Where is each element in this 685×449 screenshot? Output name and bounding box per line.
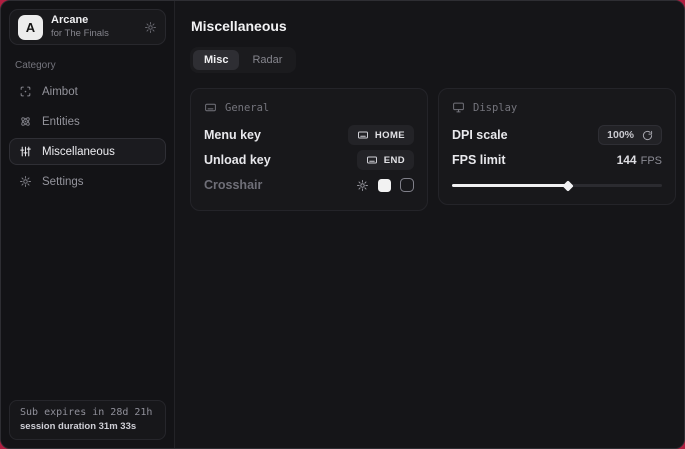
crosshair-toggle-checkbox[interactable] — [400, 178, 414, 192]
dpi-scale-row: DPI scale 100% — [452, 123, 662, 147]
sidebar-item-settings[interactable]: Settings — [9, 168, 166, 195]
fps-limit-label: FPS limit — [452, 153, 505, 167]
crosshair-settings-gear-icon[interactable] — [356, 179, 369, 192]
menu-key-value: HOME — [375, 130, 405, 141]
session-duration-text: session duration 31m 33s — [20, 421, 155, 432]
fps-limit-slider[interactable] — [452, 179, 662, 191]
app-titles: Arcane for The Finals — [51, 14, 109, 40]
crosshair-row: Crosshair — [204, 173, 414, 197]
app-logo: A — [18, 15, 43, 40]
dpi-scale-value: 100% — [607, 129, 634, 141]
sidebar-item-label: Entities — [42, 116, 80, 128]
sidebar-item-entities[interactable]: Entities — [9, 108, 166, 135]
main-content: Miscellaneous Misc Radar General Menu ke… — [175, 1, 685, 448]
fps-limit-row: FPS limit 144 FPS — [452, 148, 662, 172]
tab-radar[interactable]: Radar — [241, 50, 293, 70]
keyboard-icon — [204, 101, 217, 114]
sidebar: A Arcane for The Finals Category Aimbot — [1, 1, 175, 448]
gear-icon[interactable] — [144, 21, 157, 34]
sidebar-item-aimbot[interactable]: Aimbot — [9, 78, 166, 105]
fps-slider-thumb[interactable] — [562, 180, 573, 191]
unload-key-bind-button[interactable]: END — [357, 150, 414, 170]
fps-number: 144 — [617, 153, 637, 167]
subscription-info-card: Sub expires in 28d 21h session duration … — [9, 400, 166, 440]
category-label: Category — [15, 60, 166, 71]
unload-key-value: END — [384, 155, 405, 166]
sidebar-item-label: Aimbot — [42, 86, 78, 98]
menu-key-label: Menu key — [204, 128, 261, 142]
menu-key-bind-button[interactable]: HOME — [348, 125, 414, 145]
unload-key-row: Unload key END — [204, 148, 414, 172]
display-card: Display DPI scale 100% FPS limit 144 — [438, 88, 676, 205]
atom-icon — [19, 115, 32, 128]
gear-icon — [19, 175, 32, 188]
crosshair-label: Crosshair — [204, 178, 262, 192]
fps-unit: FPS — [641, 155, 662, 167]
unload-key-label: Unload key — [204, 153, 271, 167]
general-card: General Menu key HOME Unload key — [190, 88, 428, 211]
fps-slider-fill — [452, 184, 568, 187]
dpi-scale-label: DPI scale — [452, 128, 508, 142]
general-card-header: General — [204, 101, 414, 114]
sidebar-item-label: Miscellaneous — [42, 146, 115, 158]
general-card-title: General — [225, 102, 269, 114]
sidebar-item-label: Settings — [42, 176, 84, 188]
dpi-scale-button[interactable]: 100% — [598, 125, 662, 145]
fps-limit-value: 144 FPS — [617, 153, 662, 167]
app-window: A Arcane for The Finals Category Aimbot — [0, 0, 685, 449]
monitor-icon — [452, 101, 465, 114]
cards-row: General Menu key HOME Unload key — [190, 88, 676, 211]
app-subtitle: for The Finals — [51, 28, 109, 40]
sidebar-nav: Aimbot Entities Miscellaneous Settings — [9, 78, 166, 195]
crosshair-color-swatch[interactable] — [378, 179, 391, 192]
sliders-icon — [19, 145, 32, 158]
tab-misc[interactable]: Misc — [193, 50, 239, 70]
app-title: Arcane — [51, 14, 109, 28]
app-header-card: A Arcane for The Finals — [9, 9, 166, 45]
sub-expiry-text: Sub expires in 28d 21h — [20, 407, 155, 418]
sidebar-spacer — [9, 195, 166, 400]
keyboard-icon — [366, 154, 378, 166]
refresh-icon — [642, 130, 653, 141]
crosshair-scan-icon — [19, 85, 32, 98]
display-card-header: Display — [452, 101, 662, 114]
tab-bar: Misc Radar — [190, 47, 296, 73]
page-title: Miscellaneous — [191, 18, 676, 34]
keyboard-icon — [357, 129, 369, 141]
menu-key-row: Menu key HOME — [204, 123, 414, 147]
sidebar-item-miscellaneous[interactable]: Miscellaneous — [9, 138, 166, 165]
display-card-title: Display — [473, 102, 517, 114]
crosshair-controls — [356, 178, 414, 192]
